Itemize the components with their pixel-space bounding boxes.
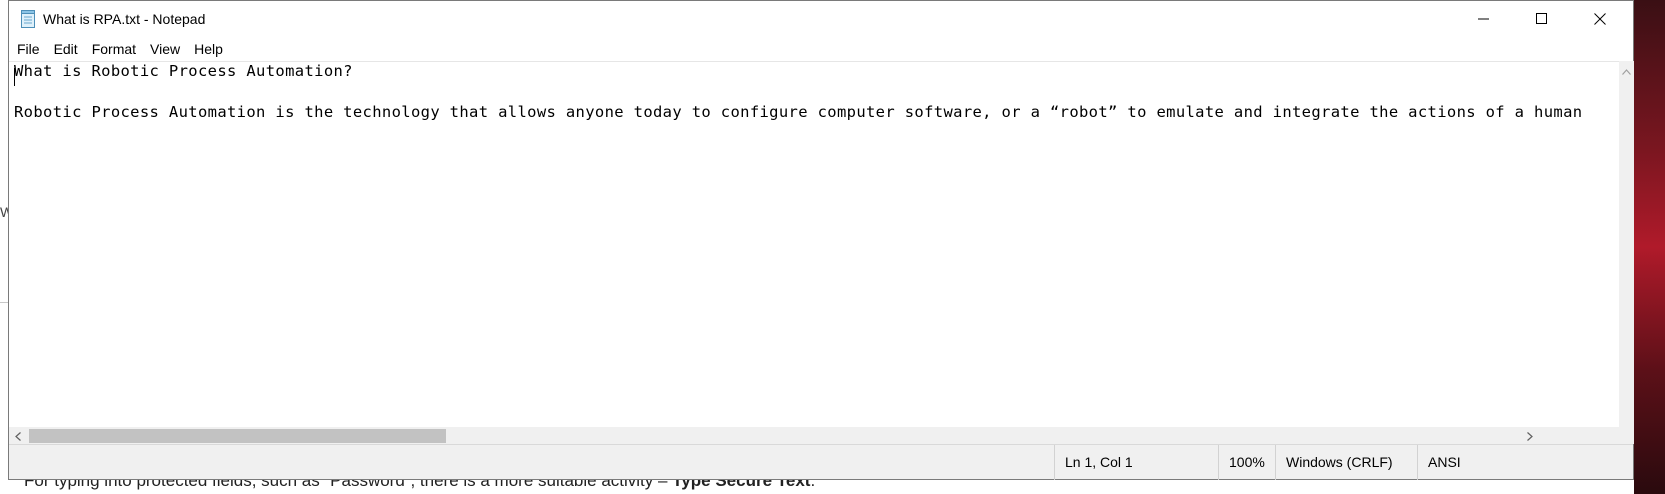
text-caret xyxy=(14,68,15,86)
text-editor[interactable]: What is Robotic Process Automation? Robo… xyxy=(9,61,1619,428)
menu-edit[interactable]: Edit xyxy=(47,37,85,61)
scroll-up-button[interactable] xyxy=(1619,61,1634,78)
status-line-ending: Windows (CRLF) xyxy=(1275,445,1417,480)
background-bottom-text-bold: Type Secure Text xyxy=(672,480,811,490)
status-bar: Ln 1, Col 1 100% Windows (CRLF) ANSI xyxy=(9,444,1633,480)
scroll-right-button[interactable] xyxy=(1521,427,1538,444)
editor-line-1: What is Robotic Process Automation? xyxy=(14,62,353,80)
status-encoding: ANSI xyxy=(1417,445,1633,480)
editor-line-3: Robotic Process Automation is the techno… xyxy=(14,103,1583,121)
status-cursor-position: Ln 1, Col 1 xyxy=(1054,445,1218,480)
scrollbar-corner xyxy=(1619,427,1634,444)
vertical-scrollbar[interactable] xyxy=(1619,61,1634,427)
chevron-right-icon xyxy=(1526,426,1533,445)
notepad-window: What is RPA.txt - Notepad File Edit Form… xyxy=(8,0,1634,480)
menu-help[interactable]: Help xyxy=(187,37,230,61)
notepad-icon xyxy=(20,10,36,28)
maximize-icon xyxy=(1536,10,1548,29)
minimize-icon xyxy=(1478,10,1490,29)
desktop-wallpaper xyxy=(1634,0,1665,494)
background-bottom-text-prefix: For typing into protected fields, such a… xyxy=(24,480,673,490)
maximize-button[interactable] xyxy=(1513,1,1571,37)
minimize-button[interactable] xyxy=(1455,1,1513,37)
background-page-bottom: For typing into protected fields, such a… xyxy=(0,480,1634,494)
scroll-left-button[interactable] xyxy=(9,427,26,444)
window-title: What is RPA.txt - Notepad xyxy=(43,11,206,27)
chevron-up-icon xyxy=(1622,60,1631,79)
status-zoom: 100% xyxy=(1218,445,1275,480)
close-icon xyxy=(1594,10,1606,29)
close-button[interactable] xyxy=(1571,1,1629,37)
background-bottom-text: For typing into protected fields, such a… xyxy=(24,480,815,491)
chevron-left-icon xyxy=(14,426,21,445)
horizontal-scrollbar[interactable] xyxy=(9,427,1619,444)
menu-format[interactable]: Format xyxy=(85,37,143,61)
menu-bar: File Edit Format View Help xyxy=(9,37,1633,61)
horizontal-scroll-thumb[interactable] xyxy=(29,429,446,443)
background-bottom-text-suffix: . xyxy=(810,480,816,490)
menu-file[interactable]: File xyxy=(9,37,47,61)
title-bar[interactable]: What is RPA.txt - Notepad xyxy=(9,1,1633,37)
menu-view[interactable]: View xyxy=(143,37,187,61)
